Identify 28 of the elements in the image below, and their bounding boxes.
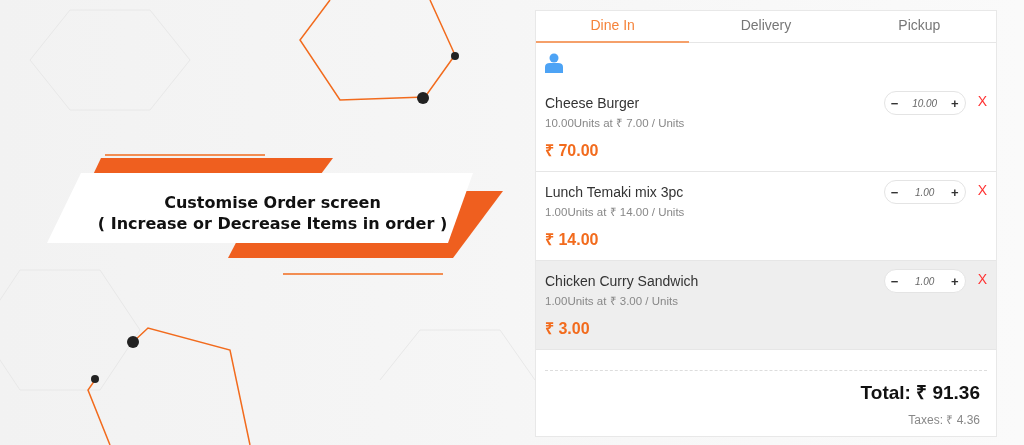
order-total: Total: ₹ 91.36 [860,381,980,405]
remove-button[interactable]: X [977,182,987,198]
order-type-tab[interactable]: Pickup [842,11,996,43]
item-unit-price: 1.00Units at ₹ 14.00 / Units [545,205,685,219]
increase-button[interactable]: + [951,95,959,111]
order-type-tab[interactable]: Delivery [689,11,843,43]
decrease-button[interactable]: − [890,184,899,200]
item-price: ₹ 70.00 [545,141,600,161]
order-item-row[interactable]: Chicken Curry Sandwich 1.00Units at ₹ 3.00 / Units ₹ 3.00 − 1.00 + X [536,261,996,350]
order-taxes: Taxes: ₹ 4.36 [908,412,980,428]
item-name: Cheese Burger [545,95,641,111]
remove-button[interactable]: X [977,93,987,109]
banner-subtitle: ( Increase or Decrease Items in order ) [97,213,448,233]
item-price: ₹ 14.00 [545,230,600,250]
item-name: Lunch Temaki mix 3pc [545,184,685,200]
increase-button[interactable]: + [951,184,959,200]
banner-title: Customise Order screen [164,192,381,212]
increase-button[interactable]: + [951,273,959,289]
quantity-value[interactable]: 1.00 [914,186,935,198]
quantity-value[interactable]: 10.00 [912,97,938,109]
decrease-button[interactable]: − [890,95,899,111]
item-unit-price: 10.00Units at ₹ 7.00 / Units [545,116,685,130]
quantity-value[interactable]: 1.00 [914,275,935,287]
decrease-button[interactable]: − [890,273,899,289]
item-unit-price: 1.00Units at ₹ 3.00 / Units [545,294,679,308]
item-name: Chicken Curry Sandwich [545,273,699,289]
item-price: ₹ 3.00 [545,319,591,339]
user-icon[interactable] [545,53,563,73]
